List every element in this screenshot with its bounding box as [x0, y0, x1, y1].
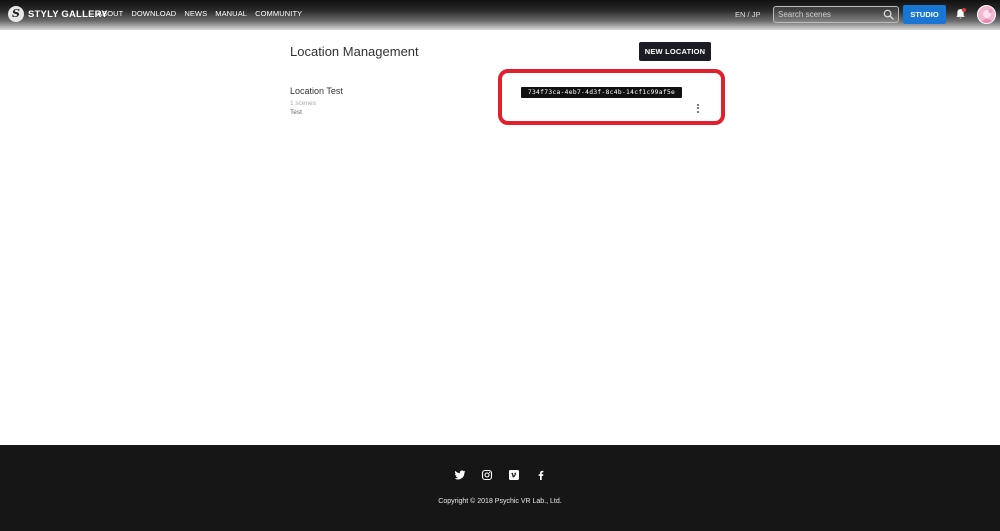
logo-text: STYLY GALLERY [28, 8, 108, 20]
lang-jp[interactable]: JP [752, 10, 761, 19]
location-description: Test [290, 109, 302, 116]
nav-download[interactable]: DOWNLOAD [131, 9, 176, 18]
location-name[interactable]: Location Test [290, 86, 343, 96]
copyright-text: Copyright © 2018 Psychic VR Lab., Ltd. [438, 498, 562, 505]
avatar-image [978, 6, 995, 23]
page: S STYLY GALLERY ABOUT DOWNLOAD NEWS MANU… [0, 0, 1000, 531]
search-icon[interactable] [883, 9, 894, 20]
search-box [773, 6, 899, 23]
nav-community[interactable]: COMMUNITY [255, 9, 302, 18]
top-header: S STYLY GALLERY ABOUT DOWNLOAD NEWS MANU… [0, 0, 1000, 30]
avatar[interactable] [977, 5, 996, 24]
social-links [0, 469, 1000, 481]
instagram-icon[interactable] [481, 469, 493, 481]
vimeo-icon[interactable] [508, 469, 520, 481]
search-input[interactable] [774, 7, 882, 22]
nav-about[interactable]: ABOUT [97, 9, 123, 18]
styly-logo[interactable]: S STYLY GALLERY [8, 6, 108, 22]
location-scene-count: 1 scenes [290, 100, 317, 107]
notification-dot [962, 8, 966, 12]
red-highlight-annotation [498, 69, 725, 125]
language-switcher: EN / JP [735, 10, 760, 19]
facebook-icon[interactable] [535, 469, 547, 481]
twitter-icon[interactable] [454, 469, 466, 481]
main-nav: ABOUT DOWNLOAD NEWS MANUAL COMMUNITY [97, 9, 302, 18]
lang-en[interactable]: EN [735, 10, 745, 19]
studio-button[interactable]: STUDIO [903, 5, 946, 24]
nav-news[interactable]: NEWS [184, 9, 207, 18]
footer: Copyright © 2018 Psychic VR Lab., Ltd. [0, 445, 1000, 531]
page-title: Location Management [290, 44, 419, 59]
logo-mark: S [8, 6, 24, 22]
nav-manual[interactable]: MANUAL [215, 9, 247, 18]
new-location-button[interactable]: NEW LOCATION [639, 42, 711, 61]
